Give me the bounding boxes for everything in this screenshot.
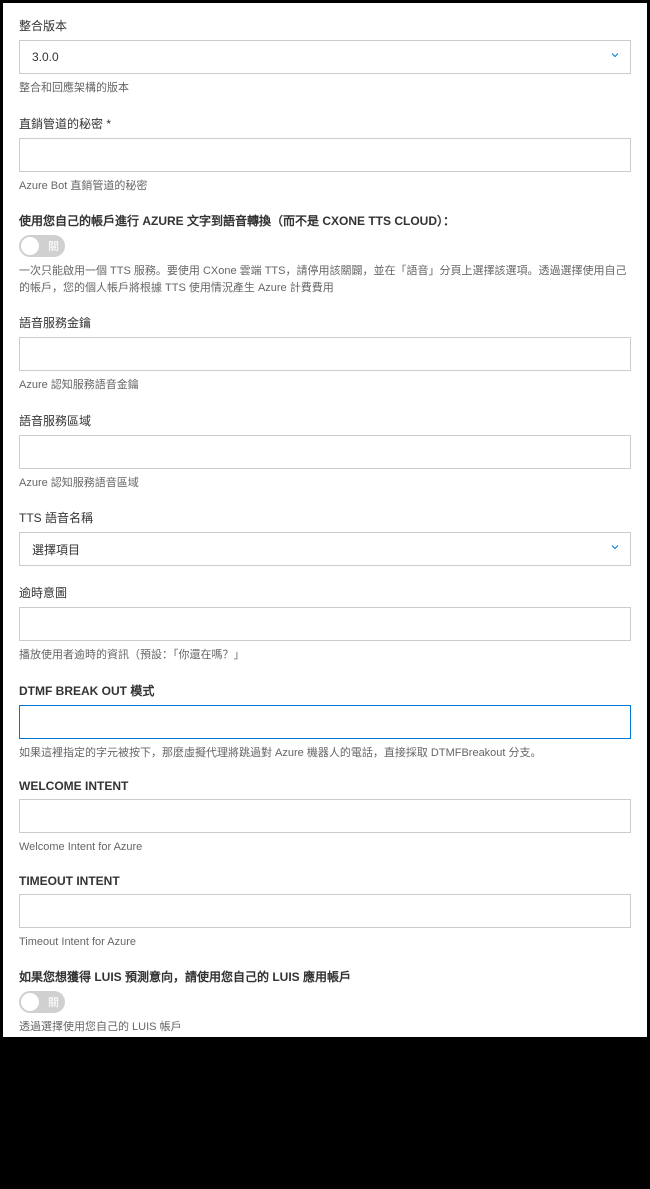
welcome-intent-input[interactable] [19,799,631,833]
timeout-prompt-input[interactable] [19,607,631,641]
tts-voice-label: TTS 語音名稱 [19,509,631,526]
speech-region-input[interactable] [19,435,631,469]
tts-voice-group: TTS 語音名稱 選擇項目 [19,509,631,566]
speech-region-label: 語音服務區域 [19,412,631,429]
timeout-intent-group: TIMEOUT INTENT Timeout Intent for Azure [19,874,631,951]
luis-account-toggle-state: 關 [48,994,59,1010]
version-value: 3.0.0 [32,50,59,64]
azure-tts-group: 使用您自己的帳戶進行 AZURE 文字到語音轉換（而不是 CXONE TTS C… [19,212,631,296]
welcome-intent-label: WELCOME INTENT [19,779,631,793]
version-label: 整合版本 [19,17,631,34]
welcome-intent-group: WELCOME INTENT Welcome Intent for Azure [19,779,631,856]
azure-tts-toggle[interactable]: 關 [19,235,65,257]
azure-tts-toggle-state: 關 [48,238,59,254]
tts-voice-value: 選擇項目 [32,541,80,558]
speech-key-label: 語音服務金鑰 [19,314,631,331]
dtmf-group: DTMF BREAK OUT 模式 如果這裡指定的字元被按下，那麼虛擬代理將跳過… [19,682,631,762]
azure-tts-toggle-wrapper: 關 [19,235,631,257]
luis-account-toggle[interactable]: 關 [19,991,65,1013]
version-group: 整合版本 3.0.0 整合和回應架構的版本 [19,17,631,97]
luis-account-helper: 透過選擇使用您自己的 LUIS 帳戶 [19,1019,631,1036]
timeout-intent-helper: Timeout Intent for Azure [19,934,631,951]
secret-input[interactable] [19,138,631,172]
dtmf-label: DTMF BREAK OUT 模式 [19,682,631,699]
welcome-intent-helper: Welcome Intent for Azure [19,839,631,856]
version-helper: 整合和回應架構的版本 [19,80,631,97]
azure-tts-helper: 一次只能啟用一個 TTS 服務。要使用 CXone 雲端 TTS，請停用該關闢，… [19,263,631,296]
timeout-prompt-group: 逾時意圖 播放使用者逾時的資訊（預設：「你還在嗎？」 [19,584,631,664]
form-container: 整合版本 3.0.0 整合和回應架構的版本 直銷管道的秘密 * Azure Bo… [3,3,647,1037]
speech-region-group: 語音服務區域 Azure 認知服務語音區域 [19,412,631,492]
timeout-prompt-label: 逾時意圖 [19,584,631,601]
speech-region-helper: Azure 認知服務語音區域 [19,475,631,492]
toggle-knob [21,237,39,255]
speech-key-input[interactable] [19,337,631,371]
timeout-intent-input[interactable] [19,894,631,928]
timeout-prompt-helper: 播放使用者逾時的資訊（預設：「你還在嗎？」 [19,647,631,664]
speech-key-group: 語音服務金鑰 Azure 認知服務語音金鑰 [19,314,631,394]
speech-key-helper: Azure 認知服務語音金鑰 [19,377,631,394]
toggle-knob [21,993,39,1011]
secret-label: 直銷管道的秘密 * [19,115,631,132]
dtmf-helper: 如果這裡指定的字元被按下，那麼虛擬代理將跳過對 Azure 機器人的電話，直接採… [19,745,631,762]
luis-account-group: 如果您想獲得 LUIS 預測意向，請使用您自己的 LUIS 應用帳戶 關 透過選… [19,968,631,1036]
luis-account-toggle-wrapper: 關 [19,991,631,1013]
timeout-intent-label: TIMEOUT INTENT [19,874,631,888]
dtmf-input[interactable] [19,705,631,739]
version-select[interactable]: 3.0.0 [19,40,631,74]
secret-helper: Azure Bot 直銷管道的秘密 [19,178,631,195]
luis-account-label: 如果您想獲得 LUIS 預測意向，請使用您自己的 LUIS 應用帳戶 [19,968,631,985]
tts-voice-select[interactable]: 選擇項目 [19,532,631,566]
azure-tts-label: 使用您自己的帳戶進行 AZURE 文字到語音轉換（而不是 CXONE TTS C… [19,212,631,229]
secret-group: 直銷管道的秘密 * Azure Bot 直銷管道的秘密 [19,115,631,195]
